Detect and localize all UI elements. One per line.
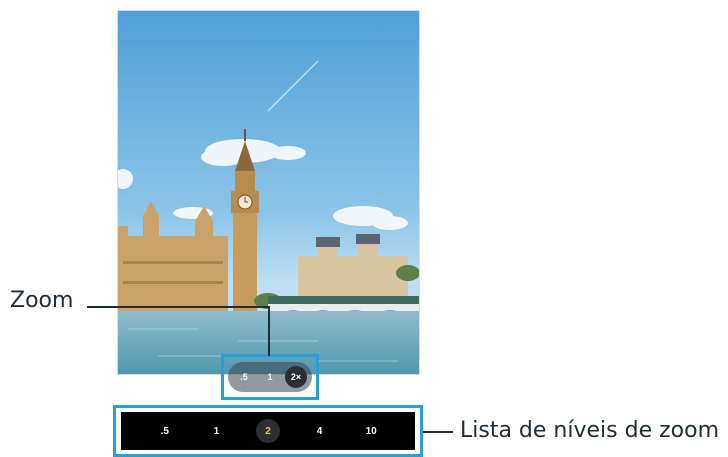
zoom-callout-label: Zoom: [10, 288, 74, 313]
zoom-levels-list[interactable]: .5 1 2 4 10: [121, 412, 415, 450]
zoom-pill[interactable]: .5 1 2×: [228, 362, 312, 392]
zoom-level-0-5[interactable]: .5: [153, 419, 177, 443]
zoom-option-2-selected[interactable]: 2×: [285, 366, 307, 388]
zoom-callout-line-v: [268, 306, 270, 356]
zoom-levels-callout-line: [423, 431, 453, 433]
zoom-level-1[interactable]: 1: [204, 419, 228, 443]
zoom-option-0-5[interactable]: .5: [233, 366, 255, 388]
zoom-option-1[interactable]: 1: [259, 366, 281, 388]
zoom-callout-line-h: [87, 306, 270, 308]
zoom-level-2-selected[interactable]: 2: [255, 419, 280, 443]
zoom-level-10[interactable]: 10: [359, 419, 383, 443]
zoom-levels-callout-label: Lista de níveis de zoom: [460, 418, 719, 443]
zoom-level-4[interactable]: 4: [308, 419, 332, 443]
